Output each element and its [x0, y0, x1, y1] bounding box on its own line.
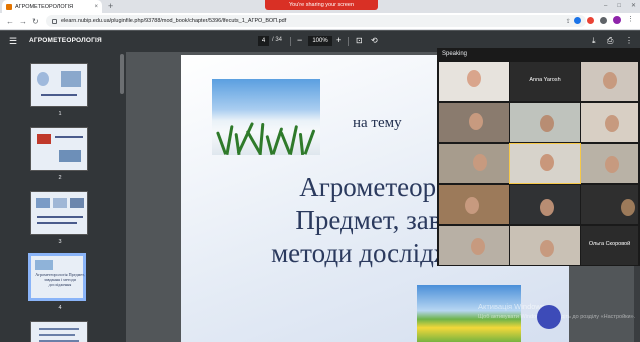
speaking-label: Speaking — [442, 51, 468, 57]
print-icon[interactable]: ⎙ — [607, 35, 613, 46]
thumb-text-line — [37, 222, 77, 224]
extension-icon[interactable] — [574, 16, 581, 24]
thumb-text-line — [39, 334, 75, 336]
more-actions-icon[interactable]: ⋮ — [625, 35, 633, 46]
address-bar: ← → ↻ elearn.nubip.edu.ua/pluginfile.php… — [0, 13, 640, 30]
browser-tab-strip: АГРОМЕТЕОРОЛОГІЯ × + You're sharing your… — [0, 0, 640, 13]
thumbnail-sidebar: 1 2 3 Агрометеорологія Предмет, завдання… — [0, 52, 126, 342]
participant-tile-active[interactable] — [509, 143, 581, 184]
thumbnail-text: Агрометеорологія Предмет, завдання і мет… — [35, 272, 85, 287]
reload-button[interactable]: ↻ — [32, 16, 39, 27]
slide-subtitle: на тему — [353, 115, 402, 131]
new-tab-button[interactable]: + — [108, 1, 113, 12]
extension-icons: ⋮ — [574, 16, 634, 24]
thumb-text-line — [37, 216, 83, 218]
window-controls: – □ ✕ — [604, 1, 636, 11]
thumb-graphic — [70, 198, 84, 208]
thumbnail-number: 1 — [58, 111, 62, 117]
participant-tile[interactable] — [510, 103, 580, 142]
profile-avatar[interactable] — [613, 16, 621, 24]
participant-name: Ольга Скоровой — [588, 241, 631, 247]
extension-icon[interactable] — [587, 16, 594, 24]
omnibox[interactable]: elearn.nubip.edu.ua/pluginfile.php/93788… — [46, 15, 586, 27]
favicon-icon — [6, 3, 12, 10]
page-thumbnail-4[interactable]: Агрометеорологія Предмет, завдання і мет… — [28, 253, 86, 301]
page-thumbnail-3[interactable] — [30, 191, 88, 235]
back-button[interactable]: ← — [6, 16, 14, 27]
participant-tile[interactable] — [439, 185, 509, 224]
participant-tile[interactable] — [581, 62, 638, 101]
toolbar-divider — [348, 37, 349, 46]
extensions-puzzle-icon[interactable] — [600, 16, 607, 24]
sidebar-menu-icon[interactable]: ☰ — [9, 36, 17, 46]
participant-tile[interactable] — [439, 103, 509, 142]
participant-tile[interactable] — [581, 103, 638, 142]
video-call-gallery: Speaking Anna Yarosh Ольга Скоровой — [437, 48, 640, 266]
zoom-out-button[interactable]: − — [297, 35, 302, 46]
page-thumbnail-5[interactable] — [30, 321, 88, 342]
thumbnail-number: 4 — [58, 305, 62, 311]
thumb-graphic — [37, 134, 51, 144]
thumb-text-line — [55, 136, 83, 138]
thumb-graphic — [61, 71, 81, 87]
browser-tab[interactable]: АГРОМЕТЕОРОЛОГІЯ × — [2, 0, 102, 13]
participant-tile[interactable] — [510, 185, 580, 224]
page-total: / 34 — [272, 37, 283, 43]
tab-title: АГРОМЕТЕОРОЛОГІЯ — [15, 3, 74, 10]
share-page-icon[interactable]: ⇪ — [566, 18, 571, 25]
screen-share-banner: You're sharing your screen — [265, 0, 378, 10]
download-icon[interactable]: ⤓ — [592, 35, 596, 46]
lock-icon[interactable] — [52, 18, 57, 24]
floating-action-button[interactable] — [537, 305, 561, 329]
participant-tile[interactable] — [439, 226, 509, 265]
page-thumbnail-1[interactable] — [30, 63, 88, 107]
thumb-graphic — [53, 198, 67, 208]
minimize-button[interactable]: – — [604, 1, 607, 11]
thumb-graphic — [37, 72, 49, 86]
thumb-graphic — [59, 150, 81, 162]
thumb-text-line — [39, 328, 79, 330]
forward-button[interactable]: → — [19, 16, 27, 27]
thumb-graphic — [36, 198, 50, 208]
page-thumbnail-2[interactable] — [30, 127, 88, 171]
participant-name: Anna Yarosh — [529, 77, 561, 83]
thumb-text-line — [41, 94, 77, 96]
windows-activation-watermark: Активація Windows — [478, 302, 545, 311]
url-text[interactable]: elearn.nubip.edu.ua/pluginfile.php/93788… — [61, 18, 562, 24]
fit-page-icon[interactable]: ⊡ — [356, 35, 363, 46]
rotate-icon[interactable]: ⟲ — [371, 35, 378, 46]
participant-tile[interactable]: Ольга Скоровой — [581, 226, 638, 265]
page-number-input[interactable]: 4 — [258, 36, 269, 46]
winter-wheat-photo — [212, 79, 320, 155]
thumbnail-number: 3 — [58, 239, 62, 245]
maximize-button[interactable]: □ — [617, 1, 621, 11]
participant-tile[interactable]: Anna Yarosh — [510, 62, 580, 101]
participant-tile[interactable] — [581, 144, 638, 183]
thumbnail-number: 2 — [58, 175, 62, 181]
toolbar-divider — [290, 37, 291, 46]
zoom-level-input[interactable]: 100% — [308, 36, 332, 46]
document-title: АГРОМЕТЕОРОЛОГІЯ — [29, 37, 102, 44]
participant-tile[interactable] — [581, 185, 638, 224]
tab-close-icon[interactable]: × — [94, 4, 98, 10]
close-window-button[interactable]: ✕ — [631, 1, 636, 11]
participant-tile[interactable] — [439, 62, 509, 101]
browser-menu-icon[interactable]: ⋮ — [627, 16, 634, 24]
sidebar-scrollbar[interactable] — [120, 54, 124, 94]
participant-tile[interactable] — [439, 144, 509, 183]
zoom-in-button[interactable]: + — [336, 35, 341, 46]
thumb-graphic — [35, 260, 53, 270]
participant-tile[interactable] — [510, 226, 580, 265]
